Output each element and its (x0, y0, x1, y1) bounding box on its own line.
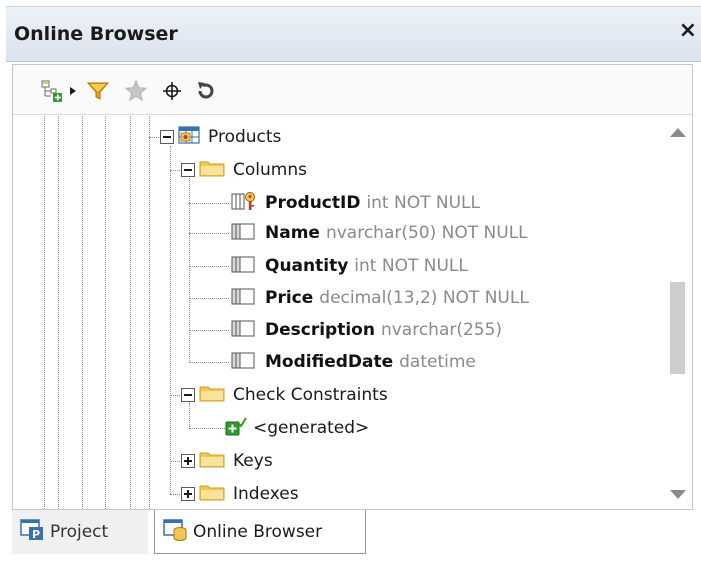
tree-connector (189, 233, 229, 234)
column-icon (231, 221, 257, 245)
tab-project[interactable]: P Project (12, 510, 148, 554)
folder-icon (199, 450, 225, 472)
column-name: Description (265, 320, 375, 340)
tree-node-columns[interactable]: Columns (181, 155, 307, 185)
tree-node-keys[interactable]: Keys (181, 446, 273, 476)
column-row-quantity[interactable]: Quantity int NOT NULL (231, 251, 468, 281)
column-icon (231, 254, 257, 278)
add-object-icon[interactable] (39, 79, 65, 103)
scroll-up-arrow-icon[interactable] (670, 128, 686, 137)
tree-node-products[interactable]: Products (160, 122, 281, 152)
table-icon (178, 126, 200, 148)
column-name: ModifiedDate (265, 352, 394, 372)
column-row-modifieddate[interactable]: ModifiedDate datetime (231, 347, 476, 377)
expand-toggle[interactable] (181, 454, 195, 468)
tree-connector (189, 266, 229, 267)
database-tree: Products Columns ProductID int NOT NULL … (13, 116, 663, 509)
locate-crosshair-icon[interactable] (159, 79, 185, 103)
collapse-toggle[interactable] (160, 130, 174, 144)
tab-label: Project (50, 522, 109, 542)
tree-guide-line (44, 116, 45, 509)
close-icon[interactable]: × (679, 20, 697, 42)
column-name: Price (265, 288, 314, 308)
tree-connector (189, 298, 229, 299)
expand-toggle[interactable] (181, 487, 195, 501)
tree-node-check-constraints[interactable]: Check Constraints (181, 380, 388, 410)
column-type: int NOT NULL (366, 193, 480, 213)
tree-connector (189, 362, 229, 363)
tree-guide-line (130, 116, 131, 509)
column-type: nvarchar(50) NOT NULL (325, 223, 528, 243)
filter-icon[interactable] (85, 79, 111, 103)
column-name: Quantity (265, 256, 349, 276)
browser-panel: Products Columns ProductID int NOT NULL … (12, 64, 693, 510)
constraint-generated[interactable]: <generated> (225, 413, 369, 443)
primary-key-column-icon (231, 191, 257, 215)
tab-online-browser[interactable]: Online Browser (154, 510, 366, 554)
collapse-toggle[interactable] (181, 163, 195, 177)
column-row-productid[interactable]: ProductID int NOT NULL (231, 188, 480, 218)
column-row-description[interactable]: Description nvarchar(255) (231, 315, 502, 345)
tree-guide-line (105, 116, 106, 509)
vertical-scrollbar[interactable] (663, 116, 692, 509)
project-icon: P (20, 518, 46, 546)
column-icon (231, 318, 257, 342)
column-icon (231, 286, 257, 310)
folder-icon (199, 483, 225, 505)
folder-icon (199, 159, 225, 181)
title-bar: Online Browser × (6, 6, 701, 62)
window-title: Online Browser (14, 23, 178, 45)
tree-node-label: Products (208, 127, 282, 147)
column-type: decimal(13,2) NOT NULL (319, 288, 529, 308)
constraint-label: <generated> (253, 418, 370, 438)
tree-guide-line (189, 178, 190, 363)
tree-connector (189, 330, 229, 331)
collapse-toggle[interactable] (181, 388, 195, 402)
column-name: ProductID (265, 193, 361, 213)
refresh-icon[interactable] (193, 79, 219, 103)
svg-text:P: P (32, 528, 40, 541)
column-row-price[interactable]: Price decimal(13,2) NOT NULL (231, 283, 529, 313)
tree-node-label: Check Constraints (233, 385, 388, 405)
tree-guide-line (58, 116, 59, 509)
tree-node-label: Keys (233, 451, 273, 471)
check-constraint-icon (225, 416, 247, 440)
tree-guide-line (170, 146, 171, 494)
tree-guide-line (82, 116, 83, 509)
scroll-thumb[interactable] (670, 282, 685, 374)
tab-label: Online Browser (193, 521, 323, 542)
folder-icon (199, 384, 225, 406)
column-type: nvarchar(255) (380, 320, 503, 340)
toolbar (13, 65, 692, 115)
online-browser-icon (163, 518, 189, 546)
bottom-tab-bar: P Project Online Browser (12, 510, 693, 560)
dropdown-arrow-icon[interactable] (67, 79, 79, 103)
tree-guide-line (149, 116, 150, 509)
tree-connector (189, 428, 225, 429)
column-icon (231, 350, 257, 374)
scroll-down-arrow-icon[interactable] (670, 490, 686, 499)
favorites-star-icon[interactable] (123, 79, 149, 103)
tree-node-indexes[interactable]: Indexes (181, 479, 299, 509)
column-type: datetime (399, 352, 476, 372)
column-name: Name (265, 223, 320, 243)
tree-node-label: Columns (233, 160, 307, 180)
column-row-name[interactable]: Name nvarchar(50) NOT NULL (231, 218, 528, 248)
column-type: int NOT NULL (354, 256, 468, 276)
online-browser-window: Online Browser × Products Columns Produc… (0, 0, 701, 567)
tree-connector (189, 203, 229, 204)
tree-node-label: Indexes (233, 484, 299, 504)
